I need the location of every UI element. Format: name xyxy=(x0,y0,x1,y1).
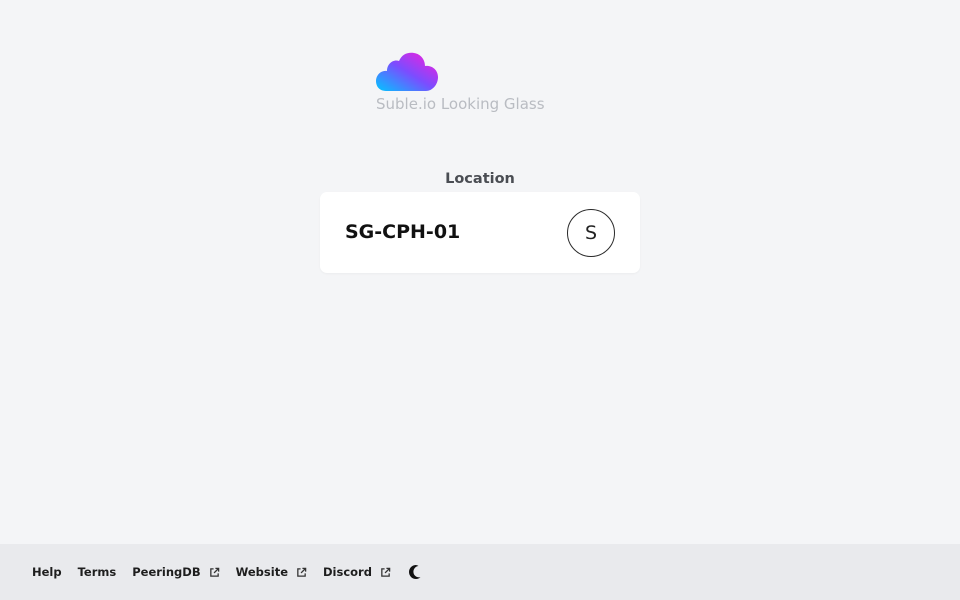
cloud-icon xyxy=(376,52,438,91)
footer-link-peeringdb[interactable]: PeeringDB xyxy=(132,565,219,579)
footer-link-label: PeeringDB xyxy=(132,565,201,579)
location-label: Location xyxy=(445,171,515,187)
location-name: SG-CPH-01 xyxy=(345,221,461,243)
location-selector[interactable]: SG-CPH-01 S xyxy=(320,192,640,273)
footer-link-help[interactable]: Help xyxy=(32,565,62,579)
footer-link-discord[interactable]: Discord xyxy=(323,565,391,579)
footer-link-website[interactable]: Website xyxy=(236,565,307,579)
location-avatar: S xyxy=(567,209,615,257)
external-link-icon xyxy=(381,567,391,577)
footer-link-label: Help xyxy=(32,565,62,579)
footer-link-label: Terms xyxy=(77,565,117,579)
page: Suble.io Looking Glass Location SG-CPH-0… xyxy=(0,0,960,600)
brand-title: Suble.io Looking Glass xyxy=(376,95,545,113)
brand-logo[interactable]: Suble.io Looking Glass xyxy=(376,50,556,116)
footer-link-terms[interactable]: Terms xyxy=(78,565,117,579)
footer: Help Terms PeeringDB Website Discord xyxy=(0,544,960,600)
external-link-icon xyxy=(297,567,307,577)
moon-icon[interactable] xyxy=(408,565,423,579)
footer-link-label: Discord xyxy=(323,565,372,579)
external-link-icon xyxy=(209,567,219,577)
footer-link-label: Website xyxy=(235,565,288,579)
